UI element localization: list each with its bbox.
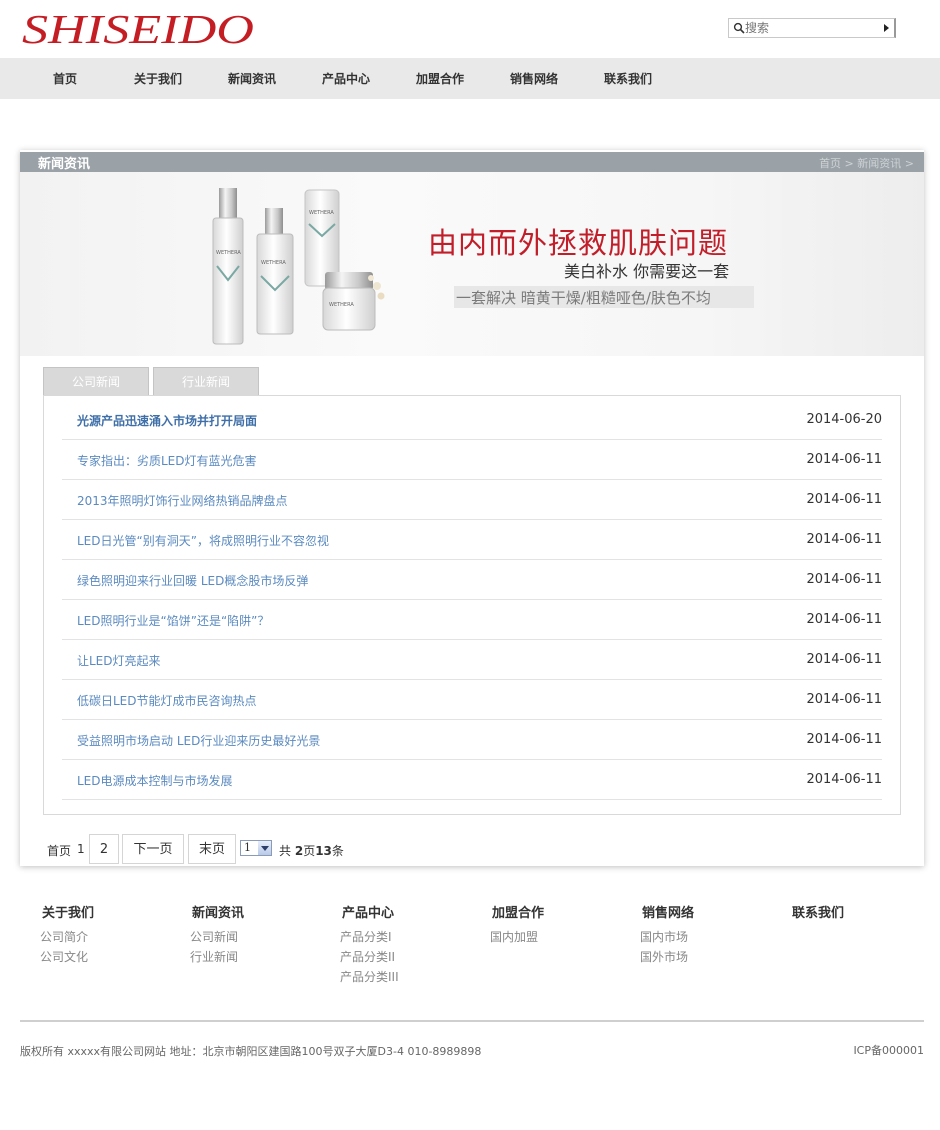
- svg-text:WETHERA: WETHERA: [309, 210, 334, 216]
- footer-link[interactable]: 产品分类I: [340, 928, 399, 945]
- nav-about[interactable]: 关于我们: [134, 70, 182, 87]
- footer-heading[interactable]: 产品中心: [342, 902, 399, 921]
- news-row[interactable]: 让LED灯亮起来 2014-06-11: [62, 640, 882, 680]
- news-date: 2014-06-11: [806, 652, 882, 667]
- news-date: 2014-06-11: [806, 572, 882, 587]
- news-row[interactable]: 2013年照明灯饰行业网络热销品牌盘点 2014-06-11: [62, 480, 882, 520]
- shiseido-logo[interactable]: SHISEIDO: [22, 6, 258, 52]
- banner-subline: 美白补水 你需要这一套: [564, 262, 730, 281]
- news-title[interactable]: 让LED灯亮起来: [77, 652, 161, 669]
- nav-products[interactable]: 产品中心: [322, 70, 370, 87]
- footer-col-contact: 联系我们: [792, 902, 844, 921]
- news-title[interactable]: 低碳日LED节能灯成市民咨询热点: [77, 692, 257, 709]
- news-title[interactable]: 绿色照明迎来行业回暖 LED概念股市场反弹: [77, 572, 308, 589]
- pager-next-button[interactable]: 下一页: [122, 834, 184, 864]
- news-row[interactable]: LED照明行业是“馅饼”还是“陷阱”？ 2014-06-11: [62, 600, 882, 640]
- news-row[interactable]: 光源产品迅速涌入市场并打开局面 2014-06-20: [62, 400, 882, 440]
- banner-headline: 由内而外拯救肌肤问题: [428, 226, 729, 260]
- news-row[interactable]: 绿色照明迎来行业回暖 LED概念股市场反弹 2014-06-11: [62, 560, 882, 600]
- news-date: 2014-06-11: [806, 452, 882, 467]
- nav-franchise[interactable]: 加盟合作: [416, 70, 464, 87]
- news-title[interactable]: 光源产品迅速涌入市场并打开局面: [77, 412, 257, 429]
- news-row[interactable]: 专家指出：劣质LED灯有蓝光危害 2014-06-11: [62, 440, 882, 480]
- section-header: 新闻资讯 首页 > 新闻资讯 >: [20, 152, 924, 172]
- footer-col-franchise: 加盟合作 国内加盟: [490, 902, 544, 945]
- pager-page-2[interactable]: 2: [89, 834, 119, 864]
- footer-link[interactable]: 公司新闻: [190, 928, 244, 945]
- footer-heading[interactable]: 销售网络: [642, 902, 694, 921]
- footer-link[interactable]: 国外市场: [640, 948, 694, 965]
- footer-divider: [20, 1020, 924, 1022]
- pager-select-value: 1: [244, 841, 251, 854]
- news-date: 2014-06-11: [806, 772, 882, 787]
- news-title[interactable]: LED日光管“别有洞天”，将成照明行业不容忽视: [77, 532, 329, 549]
- news-row[interactable]: 受益照明市场启动 LED行业迎来历史最好光景 2014-06-11: [62, 720, 882, 760]
- pager-current-page: 1: [77, 842, 85, 856]
- pager-last-button[interactable]: 末页: [188, 834, 236, 864]
- nav-home[interactable]: 首页: [53, 70, 77, 87]
- news-row[interactable]: 低碳日LED节能灯成市民咨询热点 2014-06-11: [62, 680, 882, 720]
- news-list: 光源产品迅速涌入市场并打开局面 2014-06-20 专家指出：劣质LED灯有蓝…: [43, 395, 901, 815]
- promo-banner[interactable]: WETHERA WETHERA WETHERA WETHERA 由内而外拯救肌肤…: [20, 172, 924, 356]
- nav-contact[interactable]: 联系我们: [604, 70, 652, 87]
- pager-summary: 共 2页13条: [279, 844, 344, 858]
- news-title[interactable]: LED照明行业是“馅饼”还是“陷阱”？: [77, 612, 269, 629]
- banner-tagline: 一套解决 暗黄干燥/粗糙哑色/肤色不均: [456, 289, 711, 307]
- search-box[interactable]: [728, 18, 896, 38]
- search-submit-icon[interactable]: [884, 24, 889, 32]
- footer-link[interactable]: 产品分类III: [340, 968, 399, 985]
- news-title[interactable]: 受益照明市场启动 LED行业迎来历史最好光景: [77, 732, 320, 749]
- section-title: 新闻资讯: [38, 157, 91, 172]
- news-date: 2014-06-11: [806, 492, 882, 507]
- svg-text:WETHERA: WETHERA: [261, 260, 286, 266]
- tab-company-news[interactable]: 公司新闻: [43, 367, 149, 395]
- news-panel: 新闻资讯 首页 > 新闻资讯 > WETHERA WETHERA WETHERA…: [20, 150, 924, 866]
- footer-link[interactable]: 产品分类II: [340, 948, 399, 965]
- breadcrumb[interactable]: 首页 > 新闻资讯 >: [819, 155, 914, 171]
- news-title[interactable]: 专家指出：劣质LED灯有蓝光危害: [77, 452, 257, 469]
- footer-col-products: 产品中心 产品分类I 产品分类II 产品分类III: [340, 902, 399, 985]
- news-date: 2014-06-11: [806, 612, 882, 627]
- footer-link[interactable]: 行业新闻: [190, 948, 244, 965]
- svg-text:WETHERA: WETHERA: [216, 250, 241, 256]
- footer-link[interactable]: 国内市场: [640, 928, 694, 945]
- chevron-down-icon[interactable]: [258, 841, 271, 855]
- footer-heading[interactable]: 新闻资讯: [192, 902, 244, 921]
- news-date: 2014-06-11: [806, 692, 882, 707]
- nav-sales[interactable]: 销售网络: [510, 70, 558, 87]
- footer-heading[interactable]: 关于我们: [42, 902, 94, 921]
- footer-link[interactable]: 公司文化: [40, 948, 94, 965]
- footer-heading[interactable]: 加盟合作: [492, 902, 544, 921]
- search-icon: [733, 22, 745, 34]
- news-row[interactable]: LED电源成本控制与市场发展 2014-06-11: [62, 760, 882, 800]
- nav-news[interactable]: 新闻资讯: [228, 70, 276, 87]
- news-date: 2014-06-20: [806, 412, 882, 427]
- news-date: 2014-06-11: [806, 532, 882, 547]
- footer-link[interactable]: 国内加盟: [490, 928, 544, 945]
- pager-first-link[interactable]: 首页: [47, 842, 71, 859]
- news-date: 2014-06-11: [806, 732, 882, 747]
- pager-page-select[interactable]: 1: [240, 840, 272, 856]
- footer-col-news: 新闻资讯 公司新闻 行业新闻: [190, 902, 244, 965]
- product-bottles-image: WETHERA WETHERA WETHERA WETHERA: [212, 188, 385, 345]
- copyright-text: 版权所有 xxxxx有限公司网站 地址：北京市朝阳区建国路100号双子大厦D3-…: [20, 1045, 482, 1058]
- tab-industry-news[interactable]: 行业新闻: [153, 367, 259, 395]
- footer-col-about: 关于我们 公司简介 公司文化: [40, 902, 94, 965]
- banner-tagline-box: 一套解决 暗黄干燥/粗糙哑色/肤色不均: [454, 286, 754, 308]
- news-title[interactable]: 2013年照明灯饰行业网络热销品牌盘点: [77, 492, 288, 509]
- logo-text: SHISEIDO: [22, 6, 254, 50]
- news-row[interactable]: LED日光管“别有洞天”，将成照明行业不容忽视 2014-06-11: [62, 520, 882, 560]
- footer-col-sales: 销售网络 国内市场 国外市场: [640, 902, 694, 965]
- main-nav: 首页 关于我们 新闻资讯 产品中心 加盟合作 销售网络 联系我们: [0, 58, 940, 99]
- news-title[interactable]: LED电源成本控制与市场发展: [77, 772, 233, 789]
- icp-license[interactable]: ICP备000001: [853, 1042, 924, 1058]
- footer-heading[interactable]: 联系我们: [792, 902, 844, 921]
- footer-link[interactable]: 公司简介: [40, 928, 94, 945]
- search-input[interactable]: [745, 20, 875, 36]
- svg-text:WETHERA: WETHERA: [329, 302, 354, 308]
